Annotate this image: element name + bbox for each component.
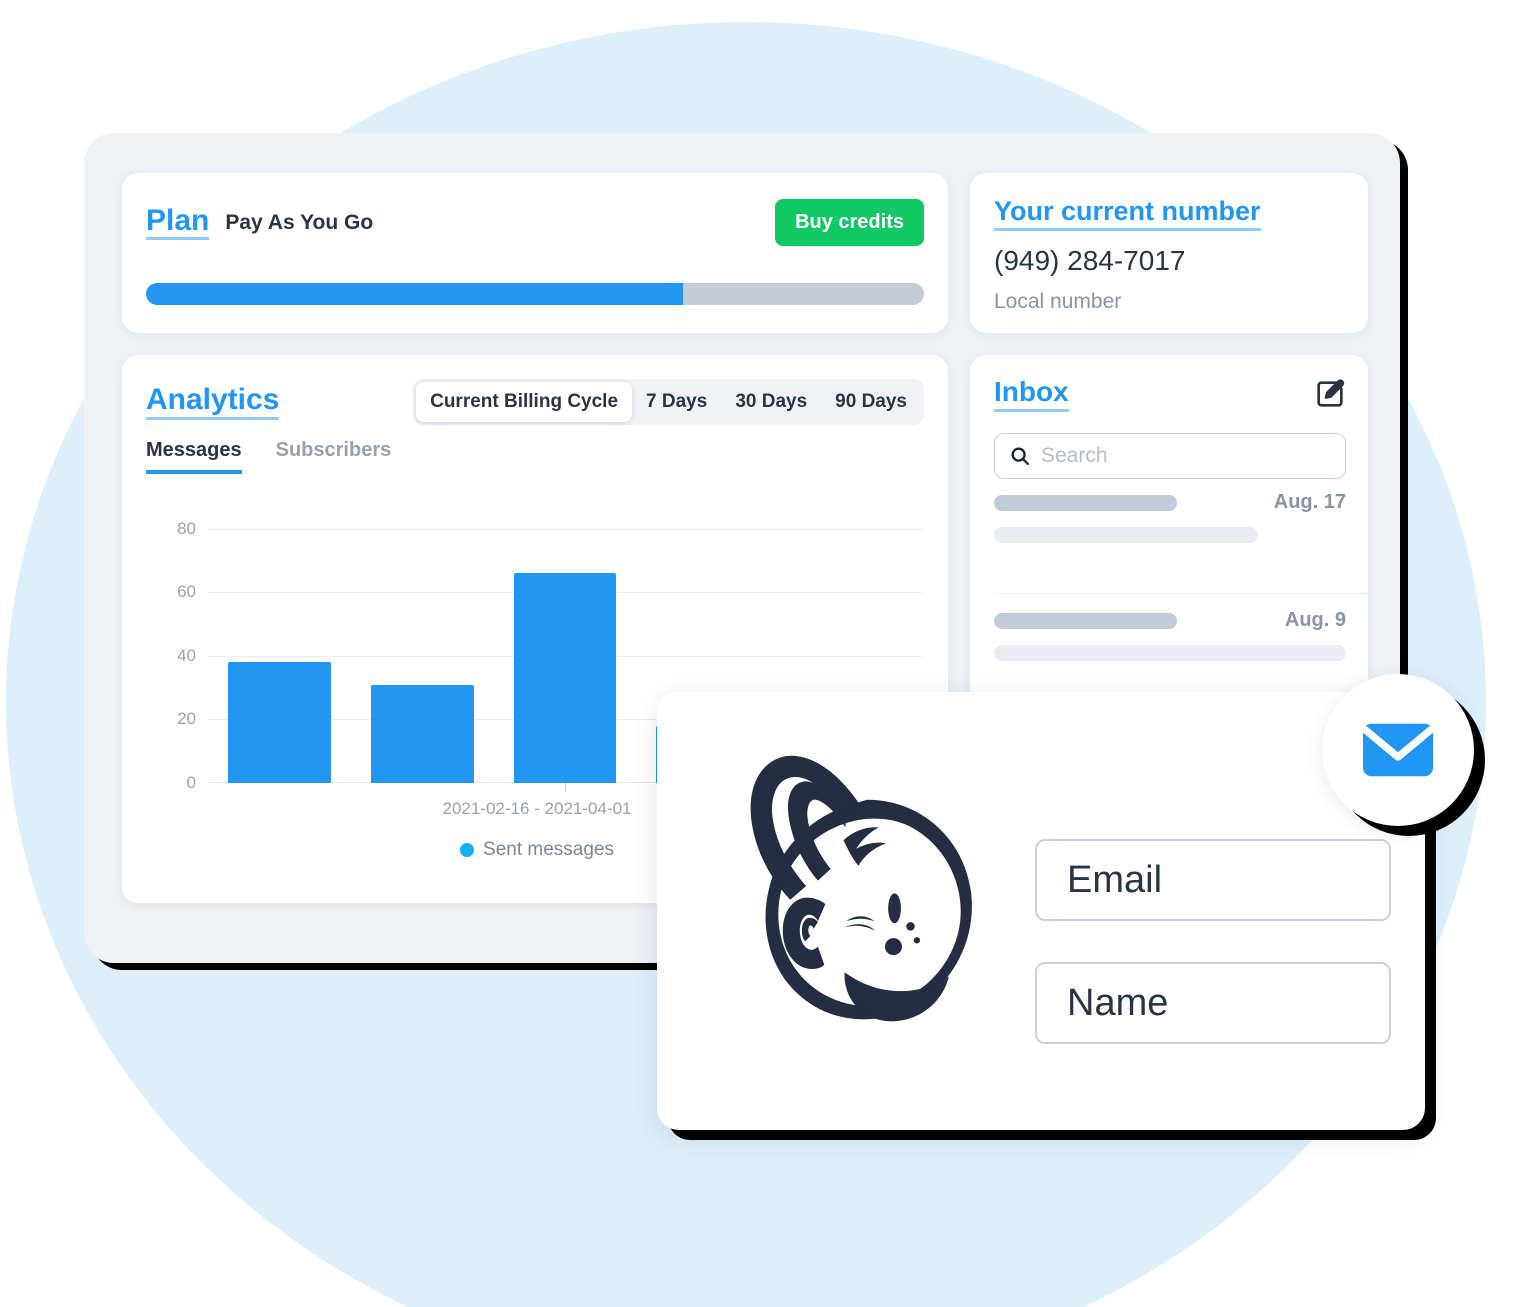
- buy-credits-button[interactable]: Buy credits: [775, 199, 924, 246]
- range-option-0[interactable]: Current Billing Cycle: [416, 382, 633, 422]
- screenshot-stage: Plan Pay As You Go Buy credits Analytics…: [0, 0, 1530, 1307]
- thread-preview-placeholder: [994, 645, 1346, 661]
- inbox-thread-row[interactable]: Aug. 9: [994, 609, 1346, 661]
- inbox-search-box[interactable]: Search: [994, 433, 1346, 479]
- chart-y-tick-label: 80: [177, 518, 196, 538]
- chart-y-tick-label: 60: [177, 582, 196, 602]
- envelope-badge: [1322, 674, 1474, 826]
- chart-y-tick-label: 20: [177, 709, 196, 729]
- analytics-title[interactable]: Analytics: [146, 384, 280, 420]
- current-number-card: Your current number (949) 284-7017 Local…: [970, 173, 1368, 333]
- legend-marker-icon: [460, 843, 475, 857]
- current-number-type: Local number: [994, 290, 1122, 313]
- search-icon: [1009, 445, 1031, 467]
- envelope-icon: [1356, 708, 1440, 792]
- inbox-title[interactable]: Inbox: [994, 376, 1069, 412]
- inbox-search-placeholder: Search: [1041, 444, 1108, 467]
- plan-usage-progress-fill: [146, 283, 683, 305]
- current-number-title[interactable]: Your current number: [994, 196, 1261, 231]
- email-field[interactable]: Email: [1035, 839, 1391, 921]
- mailchimp-monkey-logo: [709, 738, 1029, 1068]
- chart-bar[interactable]: [227, 662, 331, 783]
- chart-y-tick-label: 40: [177, 645, 196, 665]
- chart-bar-slot: [351, 513, 494, 783]
- inbox-row-separator: [994, 593, 1368, 594]
- analytics-tabs[interactable]: Messages Subscribers: [146, 439, 391, 474]
- compose-icon[interactable]: [1314, 378, 1346, 410]
- plan-card: Plan Pay As You Go Buy credits: [122, 173, 948, 333]
- mailchimp-signup-card: Email Name: [657, 692, 1425, 1130]
- range-option-2[interactable]: 30 Days: [721, 382, 821, 422]
- thread-preview-placeholder: [994, 527, 1258, 543]
- analytics-tab-subscribers[interactable]: Subscribers: [276, 439, 392, 474]
- inbox-header: Inbox: [994, 376, 1346, 412]
- analytics-tab-messages[interactable]: Messages: [146, 439, 242, 474]
- range-option-1[interactable]: 7 Days: [632, 382, 721, 422]
- thread-date: Aug. 17: [1273, 491, 1346, 513]
- chart-x-tick-mark: [565, 783, 566, 792]
- current-number-value: (949) 284-7017: [994, 245, 1186, 276]
- date-range-selector[interactable]: Current Billing Cycle 7 Days 30 Days 90 Day…: [413, 379, 924, 425]
- thread-sender-placeholder: [994, 495, 1178, 511]
- plan-name: Pay As You Go: [225, 210, 374, 234]
- chart-bar[interactable]: [513, 573, 617, 783]
- name-field[interactable]: Name: [1035, 962, 1391, 1044]
- plan-usage-progress-track: [146, 283, 924, 305]
- range-option-3[interactable]: 90 Days: [821, 382, 921, 422]
- legend-label: Sent messages: [483, 839, 614, 860]
- thread-sender-placeholder: [994, 613, 1178, 629]
- thread-date: Aug. 9: [1284, 609, 1346, 631]
- inbox-thread-row[interactable]: Aug. 17: [994, 491, 1346, 543]
- plan-header-row: Plan Pay As You Go Buy credits: [146, 199, 924, 246]
- chart-bar-slot: [494, 513, 637, 783]
- analytics-header: Analytics Current Billing Cycle 7 Days 30 …: [146, 379, 924, 425]
- chart-bar-slot: [208, 513, 351, 783]
- plan-title[interactable]: Plan: [146, 205, 210, 241]
- chart-bar[interactable]: [370, 684, 474, 783]
- chart-y-tick-label: 0: [186, 773, 196, 792]
